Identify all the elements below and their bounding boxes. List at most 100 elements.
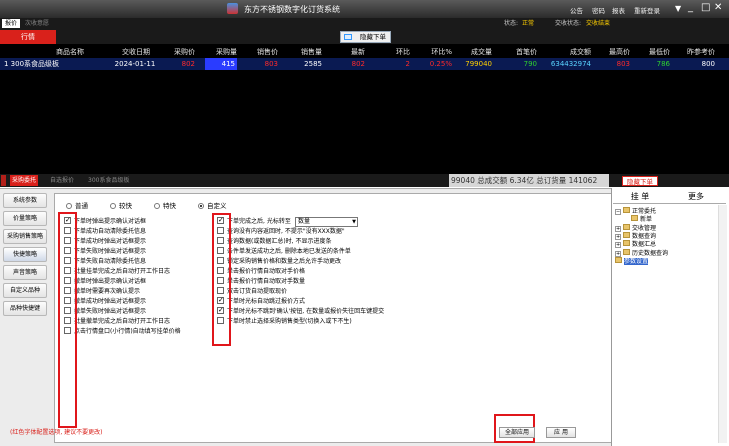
- radio-dot: [110, 203, 116, 209]
- tree-label: 正常委托: [632, 208, 657, 215]
- cursor-target-select[interactable]: 数量 ▼: [295, 217, 358, 227]
- right-tabs: 挂 单 更多: [613, 190, 726, 204]
- col-sell-price[interactable]: 销售价: [246, 46, 278, 58]
- cell-volume: 799040: [465, 60, 492, 68]
- option-label: 双击订货自动提取现价: [227, 288, 288, 295]
- col-low[interactable]: 最低价: [640, 46, 670, 58]
- left-option[interactable]: 批量撤单完成之后自动打开工作日志: [64, 317, 170, 327]
- nav-buy-sell[interactable]: 采购销售策略: [3, 229, 47, 244]
- tab-market[interactable]: 行情: [0, 30, 56, 44]
- col-volume[interactable]: 成交量: [460, 46, 492, 58]
- col-prev[interactable]: 昨参考价: [678, 46, 715, 58]
- menu-report[interactable]: 报表: [612, 5, 625, 15]
- expand-icon[interactable]: +: [615, 242, 621, 249]
- col-buy-qty[interactable]: 采购量: [205, 46, 237, 58]
- hide-order-button[interactable]: 隐藏下单: [340, 31, 391, 43]
- menu-password[interactable]: 密码: [592, 5, 605, 15]
- minimize-icon[interactable]: _: [688, 2, 693, 13]
- bottom-tab-bar: 采购委托 自选报价 300系食品级板: [0, 174, 729, 187]
- maximize-icon[interactable]: □: [701, 2, 710, 13]
- option-label: 点击行情盘口(小行情)自动填写挂单价格: [74, 328, 181, 335]
- col-high[interactable]: 最高价: [600, 46, 630, 58]
- radio-dot: [66, 203, 72, 209]
- trade-status-label: 交收状态:: [555, 20, 582, 27]
- right-option[interactable]: 下单时禁止选择采购销售类型(切换入或下不生): [217, 317, 352, 327]
- col-date[interactable]: 交收日期: [110, 46, 162, 58]
- tab-more[interactable]: 更多: [671, 190, 721, 204]
- cell-buy-qty: 415: [205, 58, 237, 70]
- tree-label: 数据汇总: [632, 241, 657, 249]
- nav-shortcut[interactable]: 快捷策略: [3, 247, 47, 262]
- highlight-col1: [58, 212, 77, 428]
- radio-very-fast[interactable]: 特快: [154, 200, 176, 210]
- vertical-scrollbar[interactable]: [718, 205, 727, 443]
- hide-order-tab[interactable]: 隐藏下单: [622, 176, 658, 186]
- tab-orders[interactable]: 挂 单: [615, 190, 665, 204]
- option-label: 下单成功时弹出对话框提示: [74, 238, 147, 245]
- cell-amount: 634432974: [550, 60, 591, 68]
- tree-label: 新单: [640, 216, 653, 224]
- tab-intent[interactable]: 次收意愿: [22, 19, 52, 28]
- option-label: 批量撤单完成之后自动打开工作日志: [74, 318, 171, 325]
- nav-price-qty[interactable]: 价量策略: [3, 211, 47, 226]
- right-option[interactable]: 查询数据(或数据汇总)时, 不显示进度条: [217, 237, 332, 247]
- collapse-icon[interactable]: −: [615, 209, 621, 215]
- col-sell-qty[interactable]: 销售量: [290, 46, 322, 58]
- option-label: 锁定采购销售价格和数量之后允许手动更改: [227, 258, 342, 265]
- option-label: 查询没有内容返回时, 不提示"没有XXX数据": [227, 228, 345, 235]
- select-value: 数量: [298, 218, 311, 225]
- left-arrow-icon[interactable]: [1, 175, 6, 186]
- radio-custom[interactable]: 自定义: [198, 200, 227, 210]
- status-label: 状态:: [504, 20, 519, 27]
- nav-sound[interactable]: 声音策略: [3, 265, 47, 280]
- expand-icon[interactable]: +: [615, 250, 621, 257]
- tab-product[interactable]: 300系食品级板: [86, 175, 131, 186]
- nav-system-params[interactable]: 系统参数: [3, 193, 47, 208]
- col-change[interactable]: 环比: [385, 46, 410, 58]
- option-label: 撤单成功时弹出对话框提示: [74, 298, 147, 305]
- radio-label: 特快: [163, 202, 176, 210]
- tree-item[interactable]: 参数设置: [615, 256, 649, 266]
- col-name[interactable]: 商品名称: [40, 46, 100, 58]
- apply-all-button[interactable]: 全部应用: [499, 427, 535, 438]
- expand-icon[interactable]: +: [615, 225, 621, 232]
- left-option[interactable]: 批量挂单完成之后自动打开工作日志: [64, 267, 170, 277]
- right-option[interactable]: 锁定采购销售价格和数量之后允许手动更改: [217, 257, 341, 267]
- option-label: 下单时弹出提示确认对话框: [74, 218, 147, 225]
- sub-tab-bar: 报价 次收意愿 状态: 正常 交收状态: 交收结束: [0, 18, 729, 29]
- tree-label: 参数设置: [624, 257, 649, 265]
- tab-buy-order[interactable]: 采购委托: [10, 175, 39, 186]
- folder-icon: [623, 207, 630, 213]
- close-icon[interactable]: ✕: [714, 2, 722, 13]
- cell-date: 2024-01-11: [114, 60, 156, 68]
- tree-label: 历史数据查询: [632, 249, 669, 257]
- menu-relogin[interactable]: 重新登录: [634, 5, 660, 15]
- title-bar: 东方不锈钢数字化订货系统 公告 密码 报表 重新登录 ▼ _ □ ✕: [0, 0, 729, 18]
- col-buy-price[interactable]: 采购价: [165, 46, 195, 58]
- nav-custom-product[interactable]: 自定义品种: [3, 283, 47, 298]
- right-option[interactable]: 下单时光标不跳到'确认'按钮, 在数量或报价失往回车键提交: [217, 305, 384, 317]
- option-label: 下单时光标自动跳过报价方式: [227, 298, 306, 305]
- right-option[interactable]: 条件单发送成功之后, 删除本地已发送的条件单: [217, 247, 351, 257]
- menu-notice[interactable]: 公告: [570, 5, 583, 15]
- tab-quote[interactable]: 报价: [2, 19, 21, 28]
- radio-fast[interactable]: 较快: [110, 200, 132, 210]
- option-label: 下单失败自动清除委托信息: [74, 258, 147, 265]
- apply-button[interactable]: 应 用: [546, 427, 576, 438]
- col-first[interactable]: 首笔价: [505, 46, 537, 58]
- expand-icon[interactable]: +: [615, 233, 621, 240]
- option-label: 单击报价行情自动取对手价格: [227, 268, 306, 275]
- left-option[interactable]: 点击行情盘口(小行情)自动填写挂单价格: [64, 327, 181, 337]
- col-last[interactable]: 最新: [340, 46, 365, 58]
- col-change-pct[interactable]: 环比%: [420, 46, 452, 58]
- dropdown-icon[interactable]: ▼: [675, 4, 681, 13]
- option-label: 撤单时弹出提示确认对话框: [74, 278, 147, 285]
- tab-watchlist[interactable]: 自选报价: [48, 175, 76, 186]
- col-amount[interactable]: 成交额: [555, 46, 591, 58]
- nav-product-hotkey[interactable]: 品种快捷键: [3, 301, 47, 316]
- option-label: 条件单发送成功之后, 删除本地已发送的条件单: [227, 248, 351, 255]
- radio-normal[interactable]: 普通: [66, 200, 88, 210]
- folder-icon: [631, 215, 638, 222]
- table-row[interactable]: 1 300系食品级板 2024-01-11 802 415 803 2585 8…: [0, 58, 729, 70]
- right-option[interactable]: 查询没有内容返回时, 不提示"没有XXX数据": [217, 227, 345, 237]
